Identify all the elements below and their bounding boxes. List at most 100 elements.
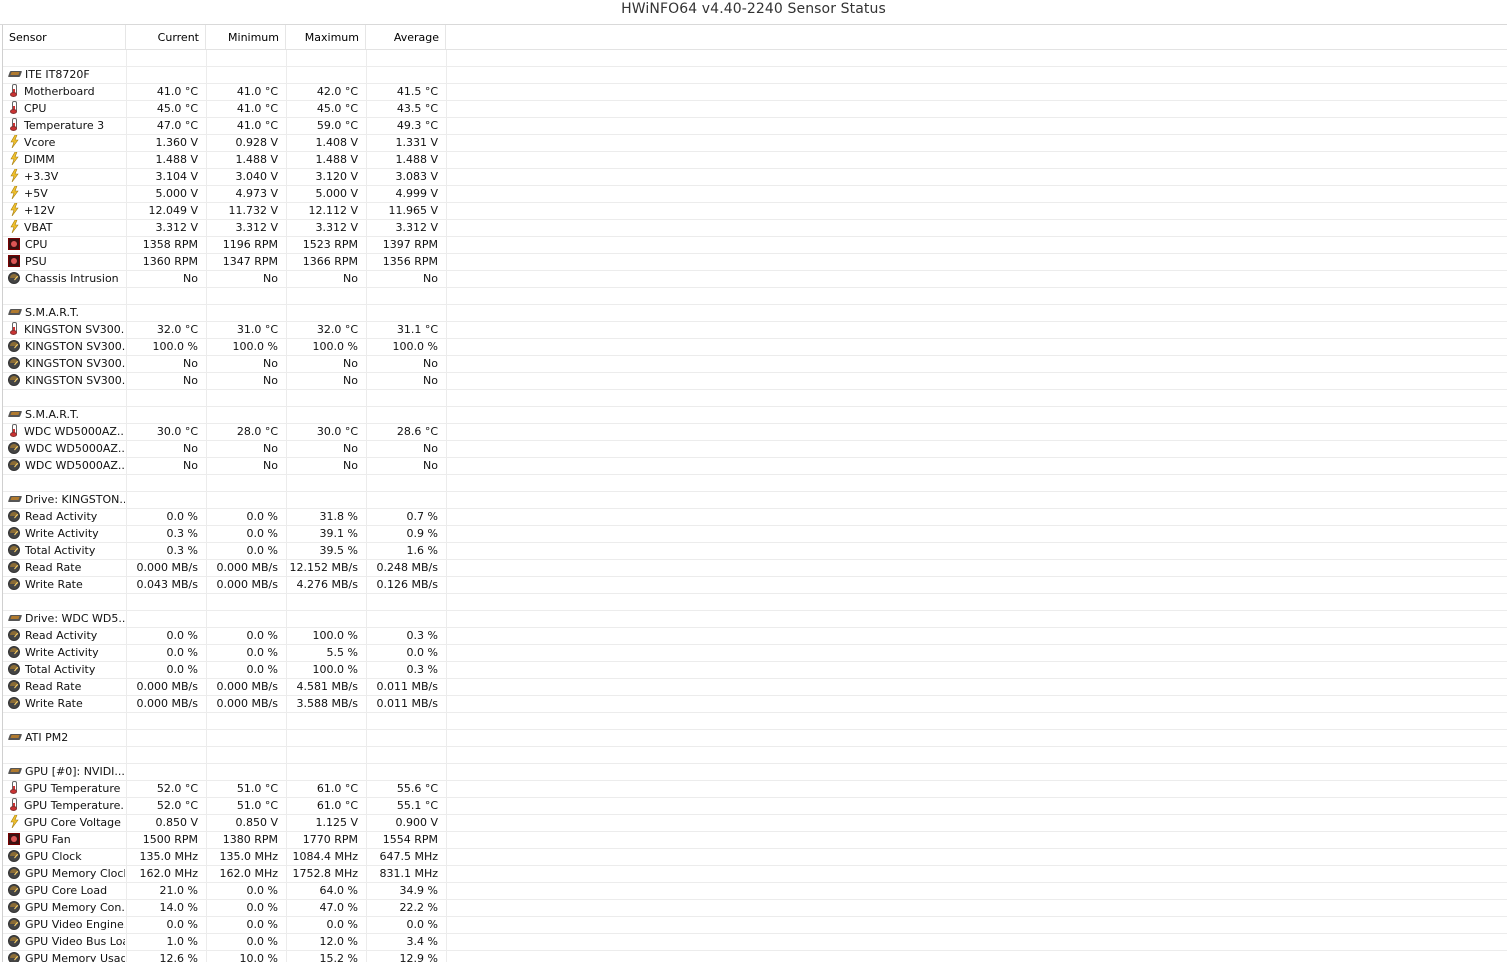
column-header-minimum[interactable]: Minimum <box>206 25 286 49</box>
sensor-group-row[interactable]: ITE IT8720F <box>3 67 1507 84</box>
sensor-row[interactable]: CPU 45.0 °C 41.0 °C 45.0 °C 43.5 °C <box>3 101 1507 118</box>
sensor-name: Read Activity <box>8 509 125 525</box>
sensor-row[interactable]: WDC WD5000AZ... 30.0 °C 28.0 °C 30.0 °C 28.6… <box>3 424 1507 441</box>
maximum-value: 3.312 V <box>315 221 358 234</box>
sensor-row[interactable]: Read Rate 0.000 MB/s 0.000 MB/s 12.152 MB/s… <box>3 560 1507 577</box>
sensor-row[interactable]: Vcore 1.360 V 0.928 V 1.408 V 1.331 V <box>3 135 1507 152</box>
sensor-row[interactable]: KINGSTON SV300... No No No No <box>3 373 1507 390</box>
sensor-row[interactable]: +12V 12.049 V 11.732 V 12.112 V 11.965 V <box>3 203 1507 220</box>
sensor-row[interactable]: WDC WD5000AZ... No No No No <box>3 458 1507 475</box>
sensor-row[interactable]: GPU Temperature... 52.0 °C 51.0 °C 61.0 °C 5… <box>3 798 1507 815</box>
column-header-row: Sensor Current Minimum Maximum Average <box>3 25 1507 50</box>
minimum-value: 0.000 MB/s <box>216 697 278 710</box>
sensor-label: Motherboard <box>24 85 95 98</box>
group-name: Drive: KINGSTON... <box>8 492 125 508</box>
maximum-value: 100.0 % <box>312 629 358 642</box>
sensor-row[interactable]: Write Rate 0.043 MB/s 0.000 MB/s 4.276 MB/s… <box>3 577 1507 594</box>
gauge-icon <box>8 459 20 471</box>
sensor-row[interactable]: Write Activity 0.3 % 0.0 % 39.1 % 0.9 % <box>3 526 1507 543</box>
maximum-value: 61.0 °C <box>316 782 358 795</box>
sensor-row[interactable]: +3.3V 3.104 V 3.040 V 3.120 V 3.083 V <box>3 169 1507 186</box>
sensor-status-list[interactable]: Sensor Current Minimum Maximum Average I… <box>2 25 1507 962</box>
minimum-value: 0.928 V <box>235 136 278 149</box>
sensor-row[interactable]: KINGSTON SV300... No No No No <box>3 356 1507 373</box>
sensor-row[interactable]: Read Activity 0.0 % 0.0 % 100.0 % 0.3 % <box>3 628 1507 645</box>
column-header-average[interactable]: Average <box>366 25 446 49</box>
sensor-name: +5V <box>8 186 125 202</box>
sensor-row[interactable]: GPU Memory Con... 14.0 % 0.0 % 47.0 % 22.2 % <box>3 900 1507 917</box>
sensor-name: GPU Core Voltage <box>8 815 125 831</box>
current-value: 0.0 % <box>166 629 198 642</box>
gauge-icon <box>8 561 20 573</box>
average-value: 0.7 % <box>406 510 438 523</box>
sensor-row[interactable]: VBAT 3.312 V 3.312 V 3.312 V 3.312 V <box>3 220 1507 237</box>
sensor-row[interactable]: KINGSTON SV300... 32.0 °C 31.0 °C 32.0 °C 31… <box>3 322 1507 339</box>
sensor-label: Total Activity <box>25 663 96 676</box>
column-header-maximum[interactable]: Maximum <box>286 25 366 49</box>
minimum-value: 0.000 MB/s <box>216 680 278 693</box>
sensor-label: Write Activity <box>25 646 99 659</box>
sensor-name: GPU Temperature... <box>8 798 125 814</box>
thermometer-icon <box>10 101 18 114</box>
sensor-name: KINGSTON SV300... <box>8 373 125 389</box>
gauge-icon <box>8 918 20 930</box>
thermometer-icon <box>10 798 18 811</box>
minimum-value: 0.0 % <box>246 935 278 948</box>
sensor-row[interactable]: DIMM 1.488 V 1.488 V 1.488 V 1.488 V <box>3 152 1507 169</box>
title-bar[interactable]: HWiNFO64 v4.40-2240 Sensor Status <box>0 0 1507 25</box>
sensor-row[interactable]: +5V 5.000 V 4.973 V 5.000 V 4.999 V <box>3 186 1507 203</box>
spacer-row <box>3 50 1507 67</box>
column-header-sensor[interactable]: Sensor <box>3 25 126 49</box>
sensor-row[interactable]: GPU Video Bus Load 1.0 % 0.0 % 12.0 % 3.4 % <box>3 934 1507 951</box>
sensor-group-row[interactable]: Drive: KINGSTON... <box>3 492 1507 509</box>
current-value: 0.3 % <box>166 544 198 557</box>
sensor-row[interactable]: Write Rate 0.000 MB/s 0.000 MB/s 3.588 MB/s… <box>3 696 1507 713</box>
sensor-row[interactable]: KINGSTON SV300... 100.0 % 100.0 % 100.0 % 10… <box>3 339 1507 356</box>
sensor-row[interactable]: Temperature 3 47.0 °C 41.0 °C 59.0 °C 49.3 °… <box>3 118 1507 135</box>
sensor-group-row[interactable]: S.M.A.R.T. <box>3 305 1507 322</box>
sensor-row[interactable]: GPU Memory Usage 12.6 % 10.0 % 15.2 % 12.9 % <box>3 951 1507 962</box>
average-value: No <box>423 272 438 285</box>
sensor-row[interactable]: GPU Memory Clock 162.0 MHz 162.0 MHz 1752.8… <box>3 866 1507 883</box>
sensor-row[interactable]: GPU Core Voltage 0.850 V 0.850 V 1.125 V 0.9… <box>3 815 1507 832</box>
column-header-current[interactable]: Current <box>126 25 206 49</box>
sensor-row[interactable]: Chassis Intrusion No No No No <box>3 271 1507 288</box>
sensor-row[interactable]: Read Rate 0.000 MB/s 0.000 MB/s 4.581 MB/s 0… <box>3 679 1507 696</box>
average-value: No <box>423 442 438 455</box>
sensor-row[interactable]: Read Activity 0.0 % 0.0 % 31.8 % 0.7 % <box>3 509 1507 526</box>
average-value: 1356 RPM <box>382 255 438 268</box>
average-value: 34.9 % <box>399 884 438 897</box>
sensor-group-row[interactable]: S.M.A.R.T. <box>3 407 1507 424</box>
sensor-row[interactable]: GPU Video Engine... 0.0 % 0.0 % 0.0 % 0.0 % <box>3 917 1507 934</box>
sensor-label: GPU Temperature <box>24 782 121 795</box>
sensor-name: Read Activity <box>8 628 125 644</box>
sensor-row[interactable]: PSU 1360 RPM 1347 RPM 1366 RPM 1356 RPM <box>3 254 1507 271</box>
sensor-label: GPU Memory Clock <box>25 867 125 880</box>
sensor-label: WDC WD5000AZ... <box>24 425 125 438</box>
sensor-row[interactable]: WDC WD5000AZ... No No No No <box>3 441 1507 458</box>
sensor-group-row[interactable]: GPU [#0]: NVIDI... <box>3 764 1507 781</box>
sensor-row[interactable]: Motherboard 41.0 °C 41.0 °C 42.0 °C 41.5 °C <box>3 84 1507 101</box>
sensor-row[interactable]: GPU Core Load 21.0 % 0.0 % 64.0 % 34.9 % <box>3 883 1507 900</box>
minimum-value: 1196 RPM <box>222 238 278 251</box>
current-value: No <box>183 459 198 472</box>
minimum-value: 0.0 % <box>246 646 278 659</box>
gauge-icon <box>8 952 20 962</box>
sensor-row[interactable]: GPU Clock 135.0 MHz 135.0 MHz 1084.4 MHz 647… <box>3 849 1507 866</box>
sensor-row[interactable]: CPU 1358 RPM 1196 RPM 1523 RPM 1397 RPM <box>3 237 1507 254</box>
maximum-value: 1.125 V <box>315 816 358 829</box>
chip-icon <box>8 307 23 317</box>
chip-icon <box>8 613 23 623</box>
current-value: 0.0 % <box>166 918 198 931</box>
sensor-row[interactable]: Total Activity 0.3 % 0.0 % 39.5 % 1.6 % <box>3 543 1507 560</box>
sensor-row[interactable]: Write Activity 0.0 % 0.0 % 5.5 % 0.0 % <box>3 645 1507 662</box>
sensor-group-row[interactable]: Drive: WDC WD5... <box>3 611 1507 628</box>
sensor-label: GPU Memory Con... <box>25 901 125 914</box>
sensor-row[interactable]: GPU Fan 1500 RPM 1380 RPM 1770 RPM 1554 RPM <box>3 832 1507 849</box>
sensor-row[interactable]: GPU Temperature 52.0 °C 51.0 °C 61.0 °C 55.6… <box>3 781 1507 798</box>
sensor-group-row[interactable]: ATI PM2 <box>3 730 1507 747</box>
sensor-label: Write Rate <box>25 578 83 591</box>
gauge-icon <box>8 544 20 556</box>
maximum-value: 30.0 °C <box>316 425 358 438</box>
sensor-row[interactable]: Total Activity 0.0 % 0.0 % 100.0 % 0.3 % <box>3 662 1507 679</box>
